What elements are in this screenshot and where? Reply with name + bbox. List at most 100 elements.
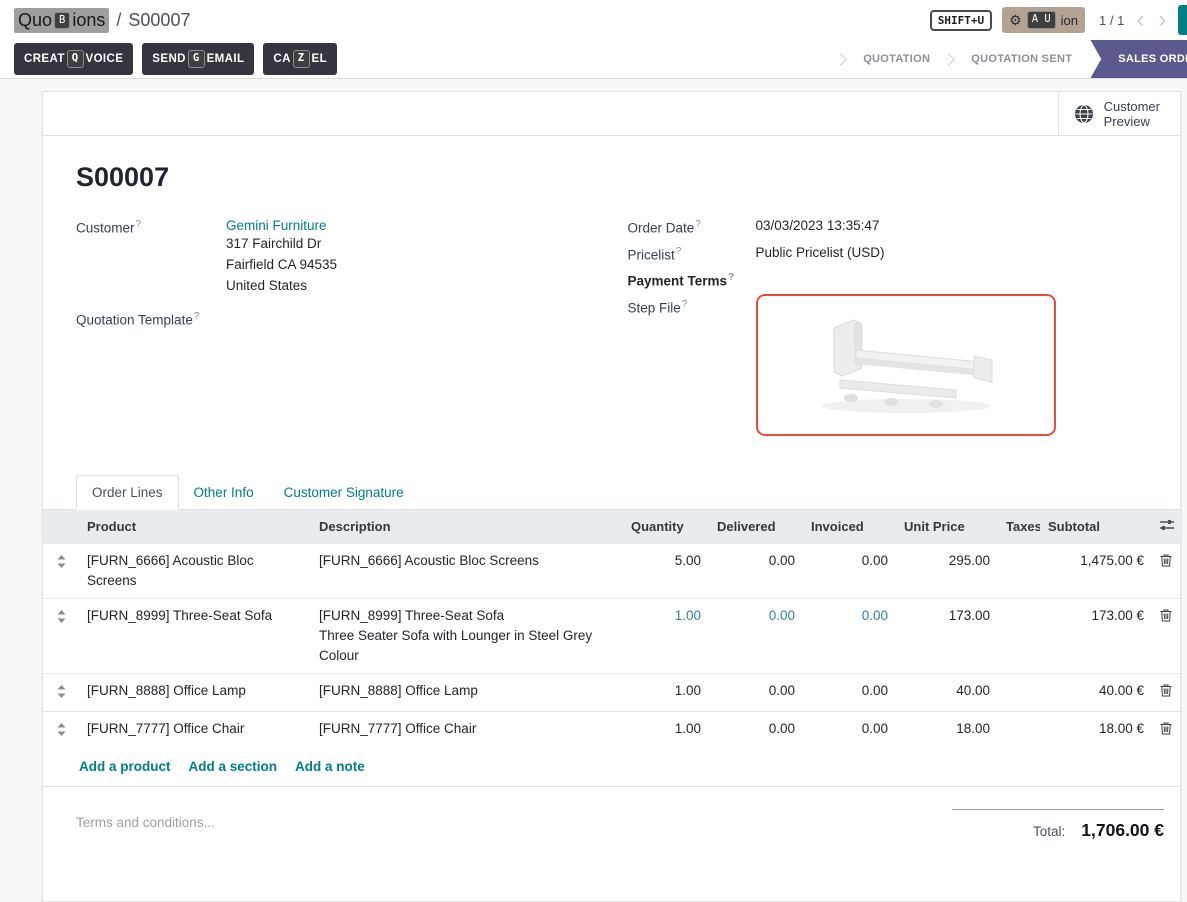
hotkey-badge-send-email: G (188, 50, 205, 67)
header-product: Product (79, 510, 311, 544)
drag-handle[interactable] (43, 711, 79, 749)
cell-unit-price[interactable]: 18.00 (896, 711, 998, 749)
breadcrumb-bar: QuoBions / S00007 SHIFT+U ⚙ A U ion 1 / … (0, 0, 1187, 40)
cell-description[interactable]: [FURN_6666] Acoustic Bloc Screens (311, 543, 623, 598)
delete-row-button[interactable] (1152, 711, 1182, 749)
cell-description[interactable]: [FURN_7777] Office Chair (311, 711, 623, 749)
field-payment-terms: Payment Terms? (628, 271, 1148, 289)
cell-product[interactable]: [FURN_8999] Three-Seat Sofa (79, 598, 311, 673)
hotkey-badge-create-invoice: Q (67, 50, 84, 67)
status-step-sales-order[interactable]: SALES ORDER (1090, 40, 1187, 79)
pricelist-label: Pricelist? (628, 245, 756, 263)
cell-product[interactable]: [FURN_7777] Office Chair (79, 711, 311, 749)
cancel-button[interactable]: CAZEL (263, 43, 337, 74)
pager-previous-icon[interactable]: ‹ (1134, 11, 1146, 29)
gear-icon: ⚙ (1009, 13, 1022, 27)
breadcrumb-current: S00007 (128, 10, 190, 31)
header-unit-price: Unit Price (896, 510, 998, 544)
help-icon: ? (676, 246, 682, 257)
cell-description[interactable]: [FURN_8888] Office Lamp (311, 673, 623, 711)
cell-delivered[interactable]: 0.00 (709, 673, 803, 711)
field-grid: Customer? Gemini Furniture 317 Fairchild… (76, 218, 1147, 445)
sliders-icon (1160, 519, 1174, 531)
cell-invoiced[interactable]: 0.00 (803, 673, 896, 711)
cell-description[interactable]: [FURN_8999] Three-Seat Sofa Three Seater… (311, 598, 623, 673)
send-email-button[interactable]: SENDGEMAIL (142, 43, 254, 74)
table-row: [FURN_8999] Three-Seat Sofa [FURN_8999] … (43, 598, 1182, 673)
drag-handle-icon (57, 555, 66, 568)
address-line: Fairfield CA 94535 (226, 254, 337, 275)
add-a-product-link[interactable]: Add a product (79, 759, 171, 774)
create-invoice-button[interactable]: CREATQVOICE (14, 43, 133, 74)
cell-unit-price[interactable]: 173.00 (896, 598, 998, 673)
notebook-tabs: Order Lines Other Info Customer Signatur… (43, 475, 1180, 510)
cell-invoiced[interactable]: 0.00 (803, 598, 896, 673)
customer-label: Customer? (76, 218, 226, 236)
status-step-quotation[interactable]: QUOTATION (845, 40, 948, 79)
customer-link[interactable]: Gemini Furniture (226, 218, 327, 233)
tab-customer-signature[interactable]: Customer Signature (269, 476, 419, 509)
control-panel: CREATQVOICE SENDGEMAIL CAZEL QUOTATION Q… (0, 40, 1187, 79)
quotation-template-label: Quotation Template? (76, 310, 226, 328)
delete-row-button[interactable] (1152, 673, 1182, 711)
hotkey-badge-cancel: Z (293, 50, 310, 67)
cell-delivered[interactable]: 0.00 (709, 598, 803, 673)
cell-delivered[interactable]: 0.00 (709, 711, 803, 749)
sheet-footer: Terms and conditions... Total: 1,706.00 … (43, 787, 1180, 901)
breadcrumb-quotations[interactable]: QuoBions (14, 8, 109, 33)
cell-product[interactable]: [FURN_8888] Office Lamp (79, 673, 311, 711)
cell-invoiced[interactable]: 0.00 (803, 543, 896, 598)
breadcrumb: QuoBions / S00007 (14, 8, 190, 33)
page-title: S00007 (76, 162, 1147, 193)
cell-quantity[interactable]: 1.00 (623, 711, 709, 749)
add-a-section-link[interactable]: Add a section (189, 759, 278, 774)
cell-product[interactable]: [FURN_6666] Acoustic Bloc Screens (79, 543, 311, 598)
cell-quantity[interactable]: 1.00 (623, 673, 709, 711)
form-view-content: Customer Preview S00007 Customer? Gemini… (0, 79, 1187, 827)
cell-taxes[interactable] (998, 673, 1040, 711)
cell-quantity[interactable]: 5.00 (623, 543, 709, 598)
pager-next-icon[interactable]: › (1156, 11, 1168, 29)
cell-unit-price[interactable]: 295.00 (896, 543, 998, 598)
cancel-label-end: EL (312, 53, 328, 65)
cell-taxes[interactable] (998, 598, 1040, 673)
order-total: Total: 1,706.00 € (952, 809, 1164, 841)
drag-handle-icon (57, 723, 66, 736)
pricelist-value[interactable]: Public Pricelist (USD) (756, 245, 885, 260)
order-date-value[interactable]: 03/03/2023 13:35:47 (756, 218, 880, 233)
drag-handle[interactable] (43, 543, 79, 598)
cell-invoiced[interactable]: 0.00 (803, 711, 896, 749)
customer-preview-button[interactable]: Customer Preview (1058, 92, 1180, 135)
tab-other-info[interactable]: Other Info (179, 476, 269, 509)
cell-subtotal: 40.00 € (1040, 673, 1152, 711)
delete-row-button[interactable] (1152, 598, 1182, 673)
terms-and-conditions-field[interactable]: Terms and conditions... (76, 815, 215, 841)
cell-taxes[interactable] (998, 543, 1040, 598)
trash-icon (1160, 554, 1172, 567)
payment-terms-label: Payment Terms? (628, 271, 756, 289)
order-lines-table: Product Description Quantity Delivered I… (43, 510, 1182, 749)
header-delivered: Delivered (709, 510, 803, 544)
add-a-note-link[interactable]: Add a note (295, 759, 365, 774)
create-button[interactable]: C (1178, 5, 1187, 35)
delete-row-button[interactable] (1152, 543, 1182, 598)
tab-order-lines[interactable]: Order Lines (76, 475, 179, 510)
step-file-label: Step File? (628, 298, 756, 316)
optional-columns-button[interactable] (1152, 510, 1182, 544)
help-icon: ? (136, 219, 142, 230)
handle-column-header (43, 510, 79, 544)
cell-delivered[interactable]: 0.00 (709, 543, 803, 598)
action-menu-button[interactable]: ⚙ A U ion (1002, 7, 1085, 32)
step-file-3d-preview (796, 310, 1016, 420)
field-step-file: Step File? (628, 298, 1148, 436)
cell-taxes[interactable] (998, 711, 1040, 749)
field-order-date: Order Date? 03/03/2023 13:35:47 (628, 218, 1148, 236)
sheet-top-strip: Customer Preview (43, 92, 1180, 136)
step-file-image[interactable] (756, 294, 1056, 436)
cell-unit-price[interactable]: 40.00 (896, 673, 998, 711)
status-step-quotation-sent[interactable]: QUOTATION SENT (953, 40, 1090, 79)
drag-handle[interactable] (43, 598, 79, 673)
cell-quantity[interactable]: 1.00 (623, 598, 709, 673)
globe-icon (1074, 104, 1094, 124)
drag-handle[interactable] (43, 673, 79, 711)
